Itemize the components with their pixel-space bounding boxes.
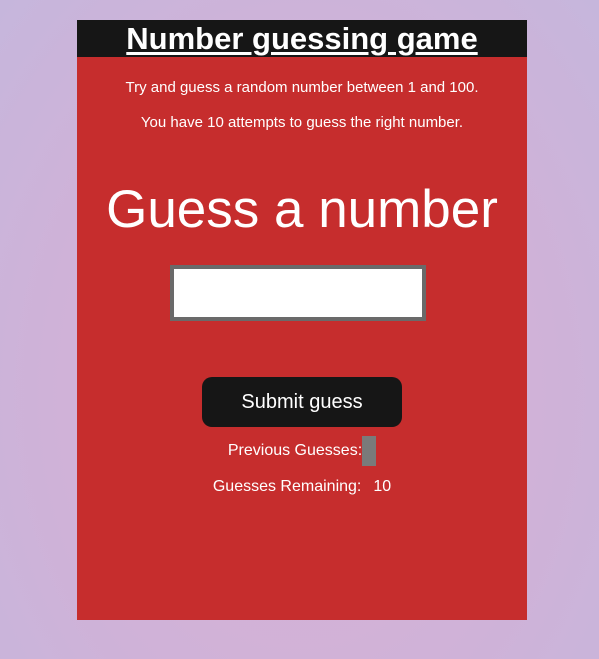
guesses-remaining-label: Guesses Remaining: — [212, 478, 362, 495]
page-title: Number guessing game — [126, 21, 478, 56]
intro-text-range: Try and guess a random number between 1 … — [125, 79, 479, 96]
guesses-remaining-value: 10 — [373, 478, 392, 495]
submit-guess-button[interactable]: Submit guess — [202, 377, 402, 427]
previous-guesses-label: Previous Guesses: — [227, 442, 363, 459]
guess-heading: Guess a number — [106, 180, 498, 239]
title-bar: Number guessing game — [77, 20, 527, 57]
intro-text-attempts: You have 10 attempts to guess the right … — [140, 114, 464, 131]
previous-guesses-row: Previous Guesses: — [77, 436, 527, 466]
previous-guesses-value — [362, 436, 377, 466]
guess-input[interactable] — [170, 265, 426, 321]
guesses-remaining-row: Guesses Remaining: 10 — [77, 478, 527, 496]
game-panel: Number guessing game Try and guess a ran… — [77, 20, 527, 620]
